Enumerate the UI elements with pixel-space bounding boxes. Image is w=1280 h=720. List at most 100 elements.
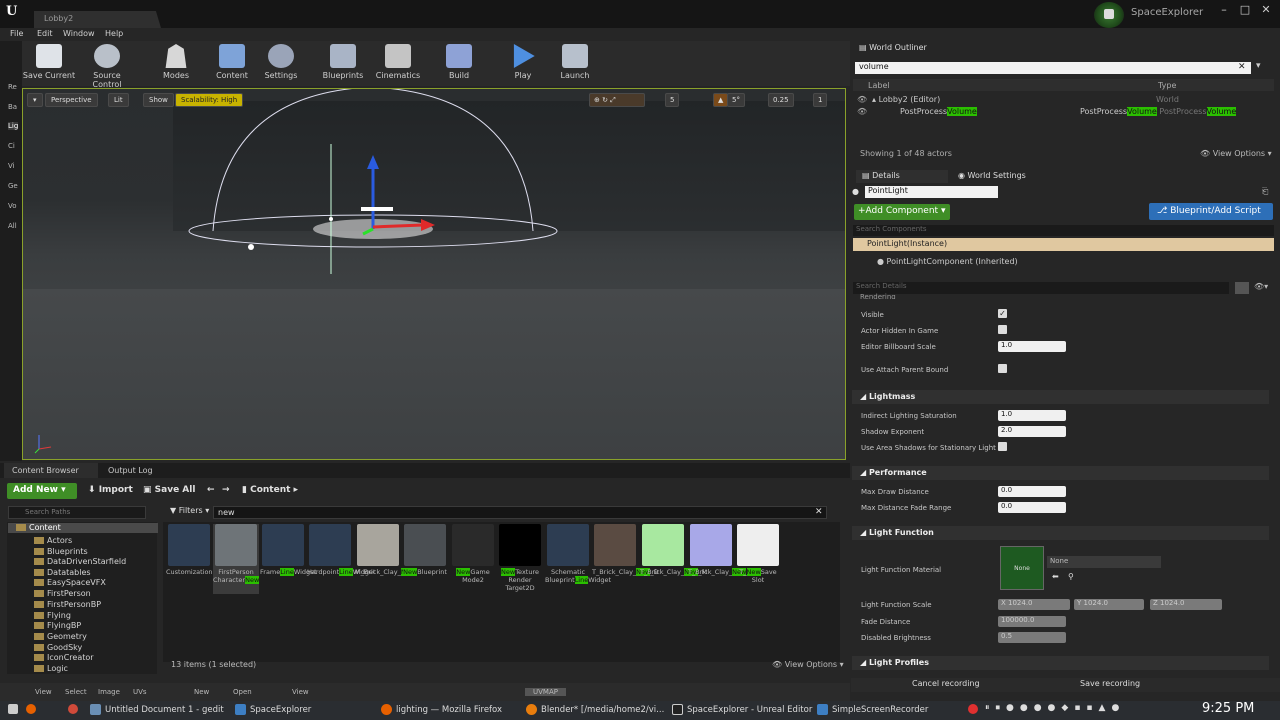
save-current-button[interactable]: Save Current	[21, 44, 77, 84]
source-control-button[interactable]: Source Control	[79, 44, 135, 89]
grid-snap-button[interactable]: 5	[665, 93, 680, 107]
tree-item-firstperson[interactable]: FirstPerson	[34, 589, 91, 598]
asset-tile[interactable]: NewGame Mode2	[450, 524, 496, 584]
strip-recent[interactable]: Re	[8, 83, 17, 91]
add-new-button[interactable]: Add New ▾	[7, 483, 77, 499]
build-button[interactable]: Build	[431, 44, 487, 84]
app-menu-icon[interactable]	[8, 704, 18, 714]
visible-checkbox[interactable]: ✓	[998, 309, 1007, 318]
uv-new-button[interactable]: New	[194, 688, 209, 696]
search-components-input[interactable]: Search Components	[853, 225, 1274, 236]
import-button[interactable]: ⬇ Import	[88, 485, 133, 495]
taskbar-gedit[interactable]: Untitled Document 1 - gedit	[90, 704, 224, 715]
breadcrumb[interactable]: ▮ Content ▸	[242, 485, 298, 495]
tree-item-easyspacevfx[interactable]: EasySpaceVFX	[34, 578, 106, 587]
tree-item-geometry[interactable]: Geometry	[34, 632, 87, 641]
asset-tile[interactable]: NewBlueprint	[402, 524, 448, 576]
menu-help[interactable]: Help	[105, 29, 123, 38]
tree-item-logic[interactable]: Logic	[34, 664, 68, 673]
asset-tile[interactable]: HardpointLineWidget	[307, 524, 376, 576]
lit-button[interactable]: Lit	[108, 93, 129, 107]
modes-button[interactable]: Modes	[148, 44, 204, 84]
tree-item-flying[interactable]: Flying	[34, 611, 71, 620]
light-gizmo[interactable]	[23, 89, 846, 460]
asset-tile[interactable]: T_Brick_Clay_New_N	[688, 524, 754, 576]
asset-tile[interactable]: CustomizationLineWidget	[166, 524, 249, 576]
lf-scale-x-field[interactable]: X 1024.0	[998, 599, 1070, 610]
level-viewport[interactable]: ▾ Perspective Lit Show Scalability: High…	[22, 88, 846, 460]
uv-menu-image[interactable]: Image	[98, 688, 120, 696]
search-details-input[interactable]: Search Details	[853, 282, 1229, 294]
details-eye-icon[interactable]: 👁▾	[1254, 282, 1268, 291]
strip-lights[interactable]: Lig	[8, 122, 19, 130]
tree-item-iconcreator[interactable]: IconCreator	[34, 653, 94, 662]
actor-hidden-checkbox[interactable]	[998, 325, 1007, 334]
tree-item-datatables[interactable]: Datatables	[34, 568, 91, 577]
uv-view-dropdown[interactable]: View	[292, 688, 309, 696]
uv-open-button[interactable]: Open	[233, 688, 252, 696]
cancel-recording-button[interactable]: Cancel recording	[912, 679, 980, 688]
performance-section-header[interactable]: ◢ Performance	[852, 466, 1269, 480]
asset-tile[interactable]: T_Brick_Clay_New_M	[640, 524, 707, 576]
lf-material-dropdown[interactable]: None	[1047, 556, 1161, 568]
fade-distance-field[interactable]: 100000.0	[998, 616, 1066, 627]
outliner-row-world[interactable]: ▴ Lobby2 (Editor)	[872, 95, 940, 104]
content-button[interactable]: Content	[204, 44, 260, 84]
outliner-view-options-button[interactable]: 👁 View Options ▾	[1200, 149, 1272, 158]
tab-world-settings[interactable]: ◉ World Settings	[952, 170, 1052, 183]
asset-tile[interactable]: FrameLineWidget	[260, 524, 317, 576]
tab-details[interactable]: ▤ Details	[856, 170, 948, 183]
tree-item-flyingbp[interactable]: FlyingBP	[34, 621, 81, 630]
light-profiles-section-header[interactable]: ◢ Light Profiles	[852, 656, 1269, 670]
lightmass-section-header[interactable]: ◢ Lightmass	[852, 390, 1269, 404]
lf-scale-y-field[interactable]: Y 1024.0	[1074, 599, 1144, 610]
cinematics-button[interactable]: Cinematics	[370, 44, 426, 84]
use-selected-arrow-icon[interactable]: ⬅	[1052, 572, 1059, 581]
taskbar-blender[interactable]: Blender* [/media/home2/vi...	[526, 704, 664, 715]
strip-volumes[interactable]: Vo	[8, 202, 17, 210]
close-icon[interactable]: ✕	[1258, 3, 1274, 17]
save-all-button[interactable]: ▣ Save All	[143, 485, 195, 495]
asset-tile[interactable]: T_NewSave Slot	[735, 524, 781, 584]
browse-search-icon[interactable]: ⚲	[1068, 572, 1074, 581]
menu-file[interactable]: File	[10, 29, 23, 38]
save-recording-button[interactable]: Save recording	[1080, 679, 1140, 688]
uv-menu-uvs[interactable]: UVs	[133, 688, 147, 696]
clock[interactable]: 9:25 PM	[1202, 701, 1254, 716]
blueprints-button[interactable]: Blueprints	[315, 44, 371, 84]
scale-snap-button[interactable]: 0.25	[768, 93, 794, 107]
component-instance-row[interactable]: PointLight(Instance)	[853, 238, 1274, 251]
lf-scale-z-field[interactable]: Z 1024.0	[1150, 599, 1222, 610]
content-view-options-button[interactable]: 👁 View Options ▾	[772, 660, 844, 669]
strip-cinematic[interactable]: Ci	[8, 142, 15, 150]
lock-icon[interactable]: ⎗	[1262, 187, 1268, 197]
strip-all-classes[interactable]: All	[8, 222, 17, 230]
col-label[interactable]: Label	[868, 81, 890, 90]
light-function-section-header[interactable]: ◢ Light Function	[852, 526, 1269, 540]
camera-speed-button[interactable]: 1	[813, 93, 828, 107]
uv-menu-view[interactable]: View	[35, 688, 52, 696]
tab-content-browser[interactable]: Content Browser	[4, 463, 98, 478]
rendering-section-header[interactable]: Rendering	[860, 293, 896, 299]
taskbar-unreal-editor[interactable]: SpaceExplorer - Unreal Editor	[672, 704, 812, 715]
area-shadows-checkbox[interactable]	[998, 442, 1007, 451]
actor-name-input[interactable]: PointLight	[865, 186, 998, 198]
taskbar-screen-recorder[interactable]: SimpleScreenRecorder	[817, 704, 928, 715]
asset-tile[interactable]: NewTexture Render Target2D	[497, 524, 543, 592]
shadow-exponent-field[interactable]: 2.0	[998, 426, 1066, 437]
search-paths-input[interactable]: Search Paths	[8, 506, 146, 519]
asset-tile[interactable]: M_Brick_Clay_New	[355, 524, 415, 576]
strip-geometry[interactable]: Ge	[8, 182, 18, 190]
outliner-clear-icon[interactable]: ✕	[1238, 62, 1246, 72]
transform-tools[interactable]: ⊕ ↻ ⤢	[589, 93, 645, 107]
add-component-button[interactable]: +Add Component ▾	[854, 204, 950, 220]
attach-parent-checkbox[interactable]	[998, 364, 1007, 373]
show-button[interactable]: Show	[143, 93, 174, 107]
launch-button[interactable]: Launch	[547, 44, 603, 84]
outliner-row-ppv[interactable]: PostProcessVolume	[900, 107, 977, 116]
asset-tile[interactable]: Schematic BlueprintLineWidget	[545, 524, 611, 584]
tree-root[interactable]: Content	[16, 523, 61, 532]
component-child-row[interactable]: ● PointLightComponent (Inherited)	[877, 257, 1018, 266]
tree-item-goodsky[interactable]: GoodSky	[34, 643, 82, 652]
rotation-snap-button[interactable]: 5°	[727, 93, 745, 107]
